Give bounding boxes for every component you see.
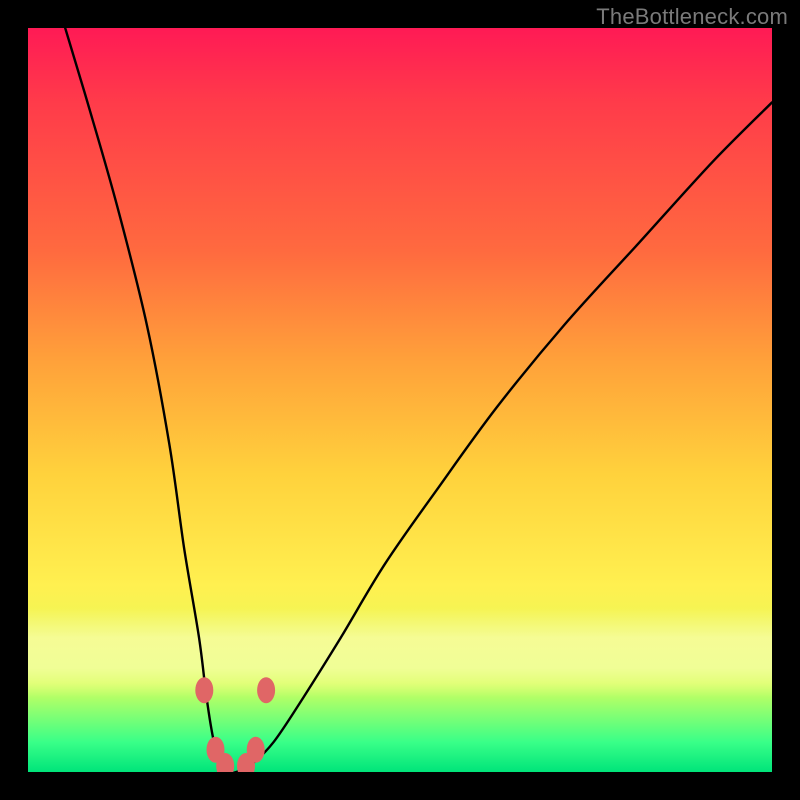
curve-layer [28,28,772,772]
marker-right-lower [247,737,265,763]
chart-frame: TheBottleneck.com [0,0,800,800]
marker-left-upper [195,677,213,703]
marker-right-upper [257,677,275,703]
marker-layer [195,677,275,772]
bottleneck-curve [65,28,772,772]
watermark-text: TheBottleneck.com [596,4,788,30]
plot-area [28,28,772,772]
